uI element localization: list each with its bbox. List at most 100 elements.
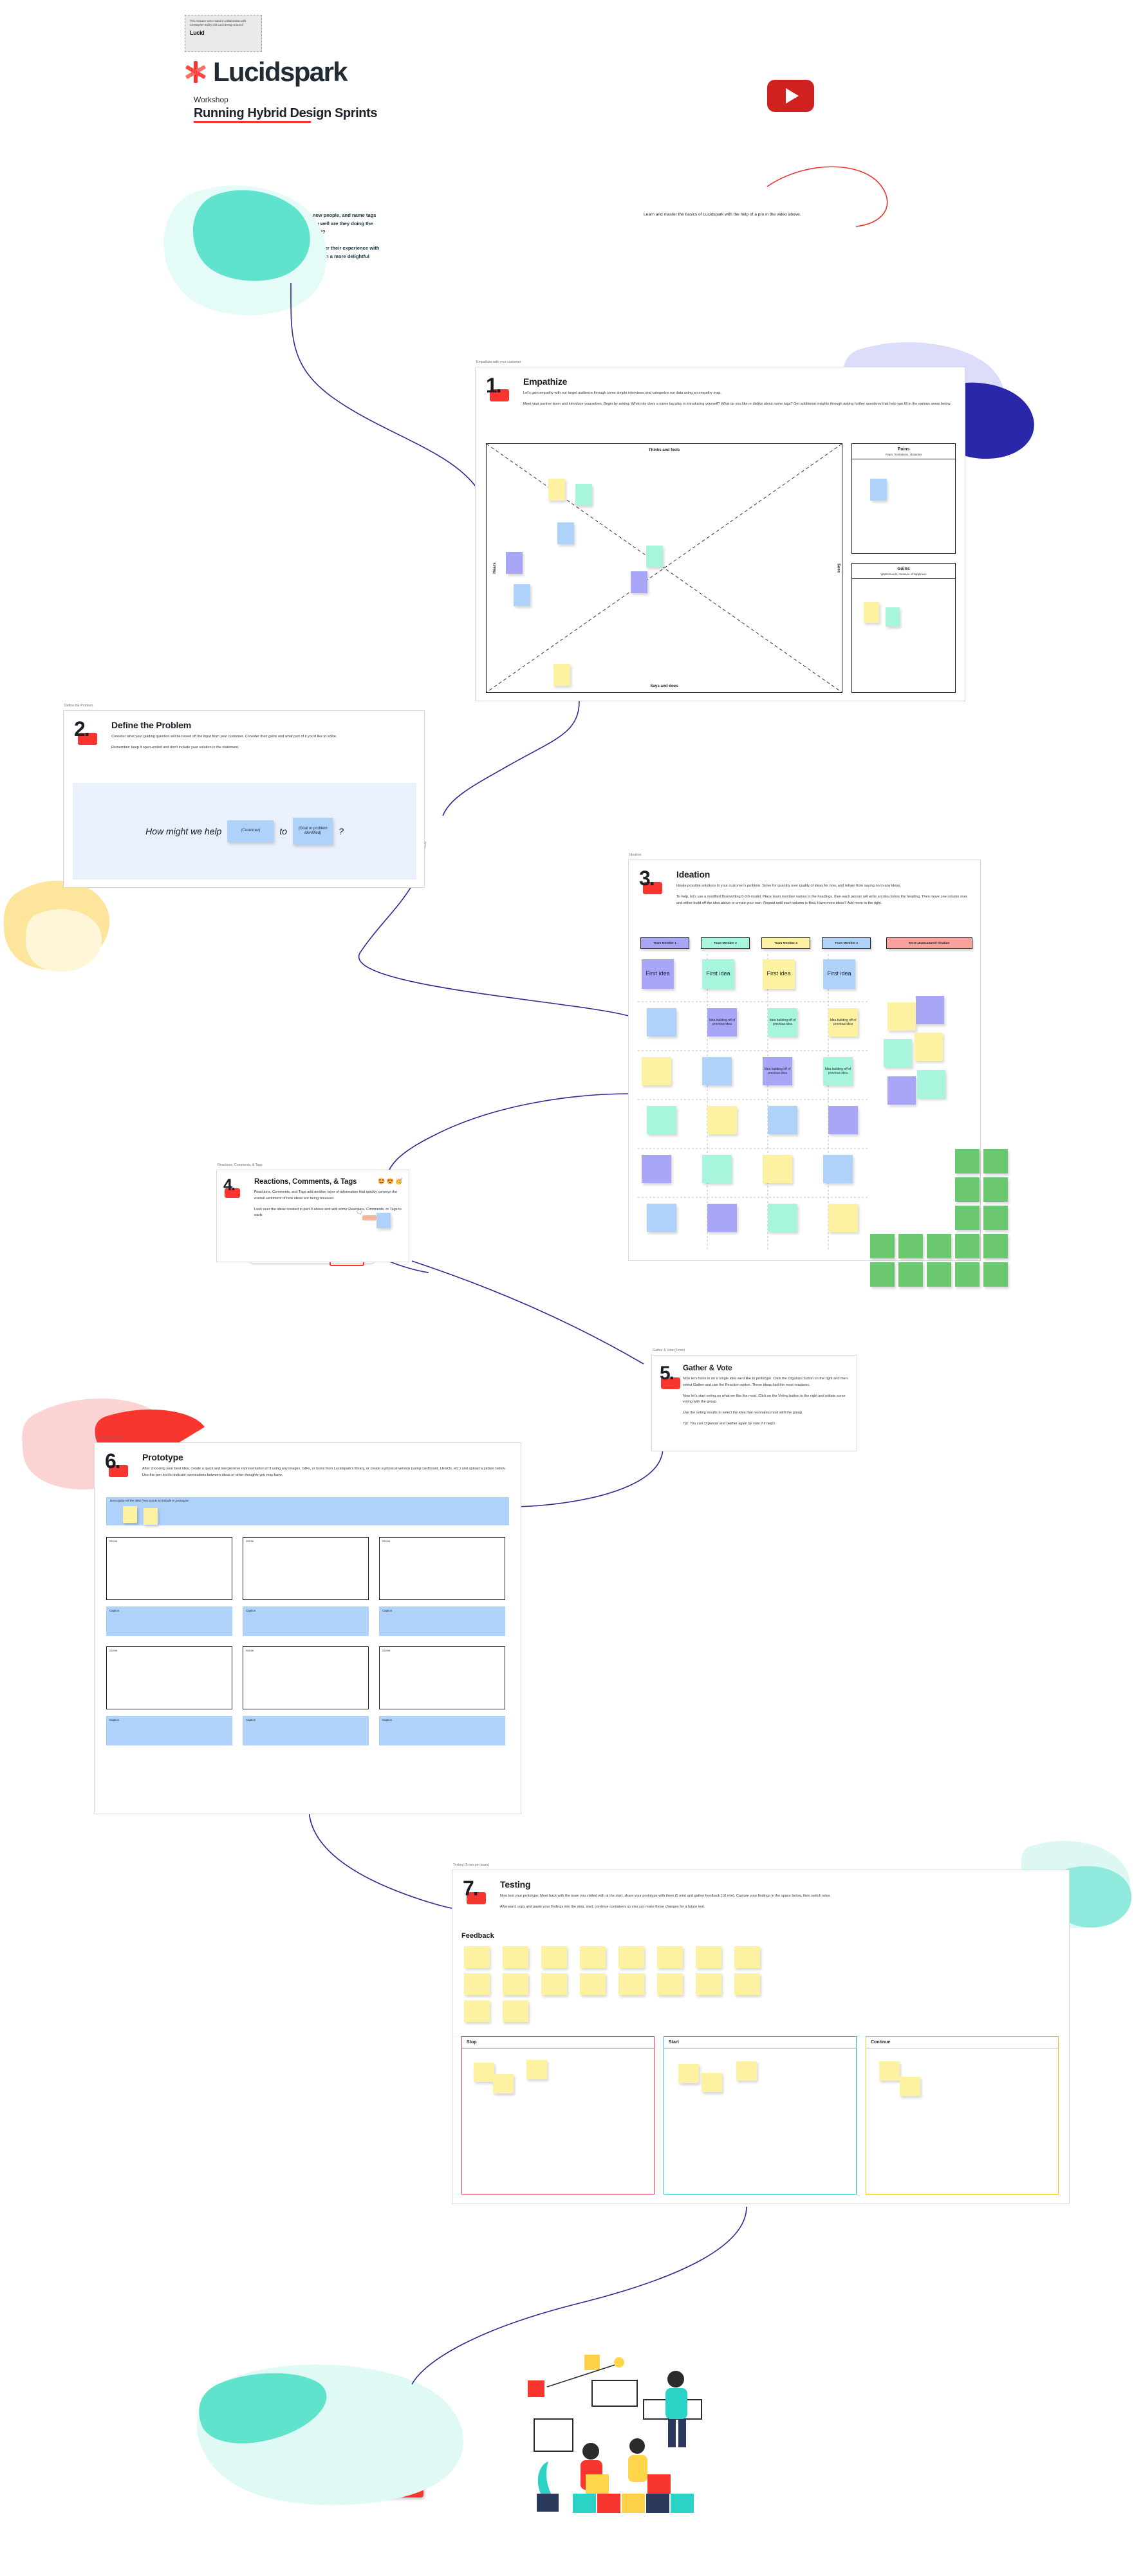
prototype-scene[interactable]: Scene — [379, 1537, 505, 1600]
prototype-scene[interactable]: Scene — [106, 1537, 232, 1600]
tag-chip[interactable] — [362, 1215, 376, 1220]
sticky-note[interactable] — [879, 2061, 900, 2081]
prototype-scene[interactable]: Scene — [379, 1646, 505, 1709]
sticky-note[interactable] — [768, 1204, 797, 1232]
sticky-note[interactable] — [870, 1262, 895, 1287]
sticky-note[interactable] — [474, 2063, 494, 2082]
sticky-note[interactable] — [887, 1076, 916, 1105]
sticky-note[interactable] — [696, 1973, 721, 1995]
sticky-note[interactable]: Idea building off of previous idea — [763, 1057, 792, 1085]
sticky-note[interactable] — [983, 1206, 1008, 1230]
ideation-extra-column-header[interactable]: More Unstructured Ideation — [886, 937, 972, 949]
sticky-note[interactable] — [736, 2061, 757, 2081]
sticky-note[interactable] — [870, 479, 887, 501]
sticky-note[interactable] — [917, 1070, 945, 1098]
hmw-goal-slot[interactable]: (Goal or problem identified) — [293, 818, 333, 845]
ideation-column-header[interactable]: Team Member 4 — [822, 937, 871, 949]
sticky-note[interactable] — [955, 1234, 980, 1258]
sticky-note[interactable] — [983, 1234, 1008, 1258]
retro-bucket[interactable]: Stop — [461, 2036, 655, 2194]
sticky-note[interactable] — [503, 1973, 528, 1995]
sticky-note[interactable] — [828, 1204, 858, 1232]
sticky-note[interactable] — [707, 1106, 737, 1134]
sticky-note[interactable] — [493, 2074, 514, 2093]
sticky-note[interactable]: First idea — [702, 959, 734, 989]
sticky-note[interactable] — [506, 552, 523, 574]
sticky-note[interactable] — [503, 1946, 528, 1968]
sticky-note[interactable] — [734, 1973, 760, 1995]
sticky-note[interactable] — [955, 1262, 980, 1287]
youtube-play-icon[interactable] — [767, 80, 814, 112]
sticky-note[interactable] — [864, 602, 879, 623]
sticky-note[interactable] — [983, 1149, 1008, 1173]
sticky-note[interactable] — [575, 484, 592, 506]
sticky-note[interactable]: Idea building off of previous idea — [707, 1008, 737, 1036]
ideation-column-header[interactable]: Team Member 1 — [640, 937, 689, 949]
prototype-caption[interactable]: Caption — [379, 1716, 505, 1745]
sticky-note[interactable] — [464, 1946, 490, 1968]
sticky-note[interactable] — [884, 1039, 912, 1067]
sticky-note[interactable] — [900, 2077, 920, 2096]
sticky-note[interactable] — [734, 1946, 760, 1968]
sticky-note[interactable] — [887, 1002, 916, 1031]
sticky-note[interactable] — [646, 546, 663, 567]
hmw-customer-slot[interactable]: (Customer) — [227, 820, 274, 842]
sticky-note[interactable] — [123, 1506, 137, 1523]
sticky-note[interactable] — [580, 1973, 606, 1995]
ideation-column-header[interactable]: Team Member 3 — [761, 937, 810, 949]
prototype-caption[interactable]: Caption — [106, 1716, 232, 1745]
sticky-note[interactable] — [557, 522, 574, 544]
sticky-note[interactable]: Idea building off of previous idea — [768, 1008, 797, 1036]
sticky-note[interactable] — [647, 1106, 676, 1134]
retro-bucket[interactable]: Continue — [866, 2036, 1059, 2194]
sticky-note[interactable] — [464, 1973, 490, 1995]
sticky-note[interactable] — [657, 1973, 683, 1995]
retro-bucket[interactable]: Start — [664, 2036, 857, 2194]
pains-box[interactable]: Pains Fears, frustrations, obstacles — [851, 443, 956, 554]
sticky-note[interactable] — [898, 1234, 923, 1258]
sticky-note[interactable]: Idea building off of previous idea — [828, 1008, 858, 1036]
sticky-note[interactable] — [898, 1262, 923, 1287]
sticky-note[interactable] — [541, 1973, 567, 1995]
sticky-note[interactable] — [503, 2000, 528, 2022]
sticky-note[interactable] — [618, 1946, 644, 1968]
sticky-note[interactable] — [702, 2073, 722, 2092]
sticky-note[interactable] — [696, 1946, 721, 1968]
prototype-description-band[interactable]: Description of the idea / key points to … — [106, 1497, 509, 1525]
sticky-note[interactable] — [916, 996, 944, 1024]
sticky-note[interactable] — [915, 1033, 943, 1061]
gains-box[interactable]: Gains Wants/needs, measure of happiness — [851, 563, 956, 693]
how-might-we-statement[interactable]: How might we help (Customer) to (Goal or… — [73, 783, 416, 879]
prototype-caption[interactable]: Caption — [106, 1606, 232, 1636]
prototype-scene[interactable]: Scene — [243, 1537, 369, 1600]
sticky-note[interactable] — [823, 1155, 853, 1183]
prototype-caption[interactable]: Caption — [379, 1606, 505, 1636]
sticky-note[interactable] — [955, 1206, 980, 1230]
sticky-note[interactable] — [763, 1155, 792, 1183]
sticky-note[interactable] — [553, 664, 570, 686]
sticky-note[interactable] — [657, 1946, 683, 1968]
sticky-note[interactable]: Idea building off of previous idea — [823, 1057, 853, 1085]
sticky-note[interactable] — [642, 1057, 671, 1085]
sticky-note[interactable]: First idea — [823, 959, 855, 989]
sticky-note[interactable] — [642, 1155, 671, 1183]
ideation-column-header[interactable]: Team Member 2 — [701, 937, 750, 949]
sticky-note[interactable] — [631, 571, 647, 593]
sticky-note[interactable] — [514, 584, 530, 606]
prototype-scene[interactable]: Scene — [106, 1646, 232, 1709]
sticky-note[interactable]: First idea — [763, 959, 795, 989]
sticky-note[interactable] — [702, 1155, 732, 1183]
sticky-note[interactable] — [983, 1177, 1008, 1202]
sticky-note[interactable] — [955, 1149, 980, 1173]
sticky-note[interactable] — [927, 1262, 951, 1287]
sticky-note[interactable] — [828, 1106, 858, 1134]
sticky-note[interactable] — [870, 1234, 895, 1258]
sticky-note[interactable] — [541, 1946, 567, 1968]
comment-bubble-icon[interactable]: 🗨 — [356, 1209, 363, 1216]
sticky-note[interactable] — [144, 1508, 158, 1525]
here-button[interactable]: Here! — [382, 2481, 423, 2498]
sticky-note[interactable] — [983, 1262, 1008, 1287]
prototype-caption[interactable]: Caption — [243, 1606, 369, 1636]
sticky-note[interactable] — [678, 2064, 699, 2083]
sticky-note[interactable] — [526, 2060, 547, 2079]
